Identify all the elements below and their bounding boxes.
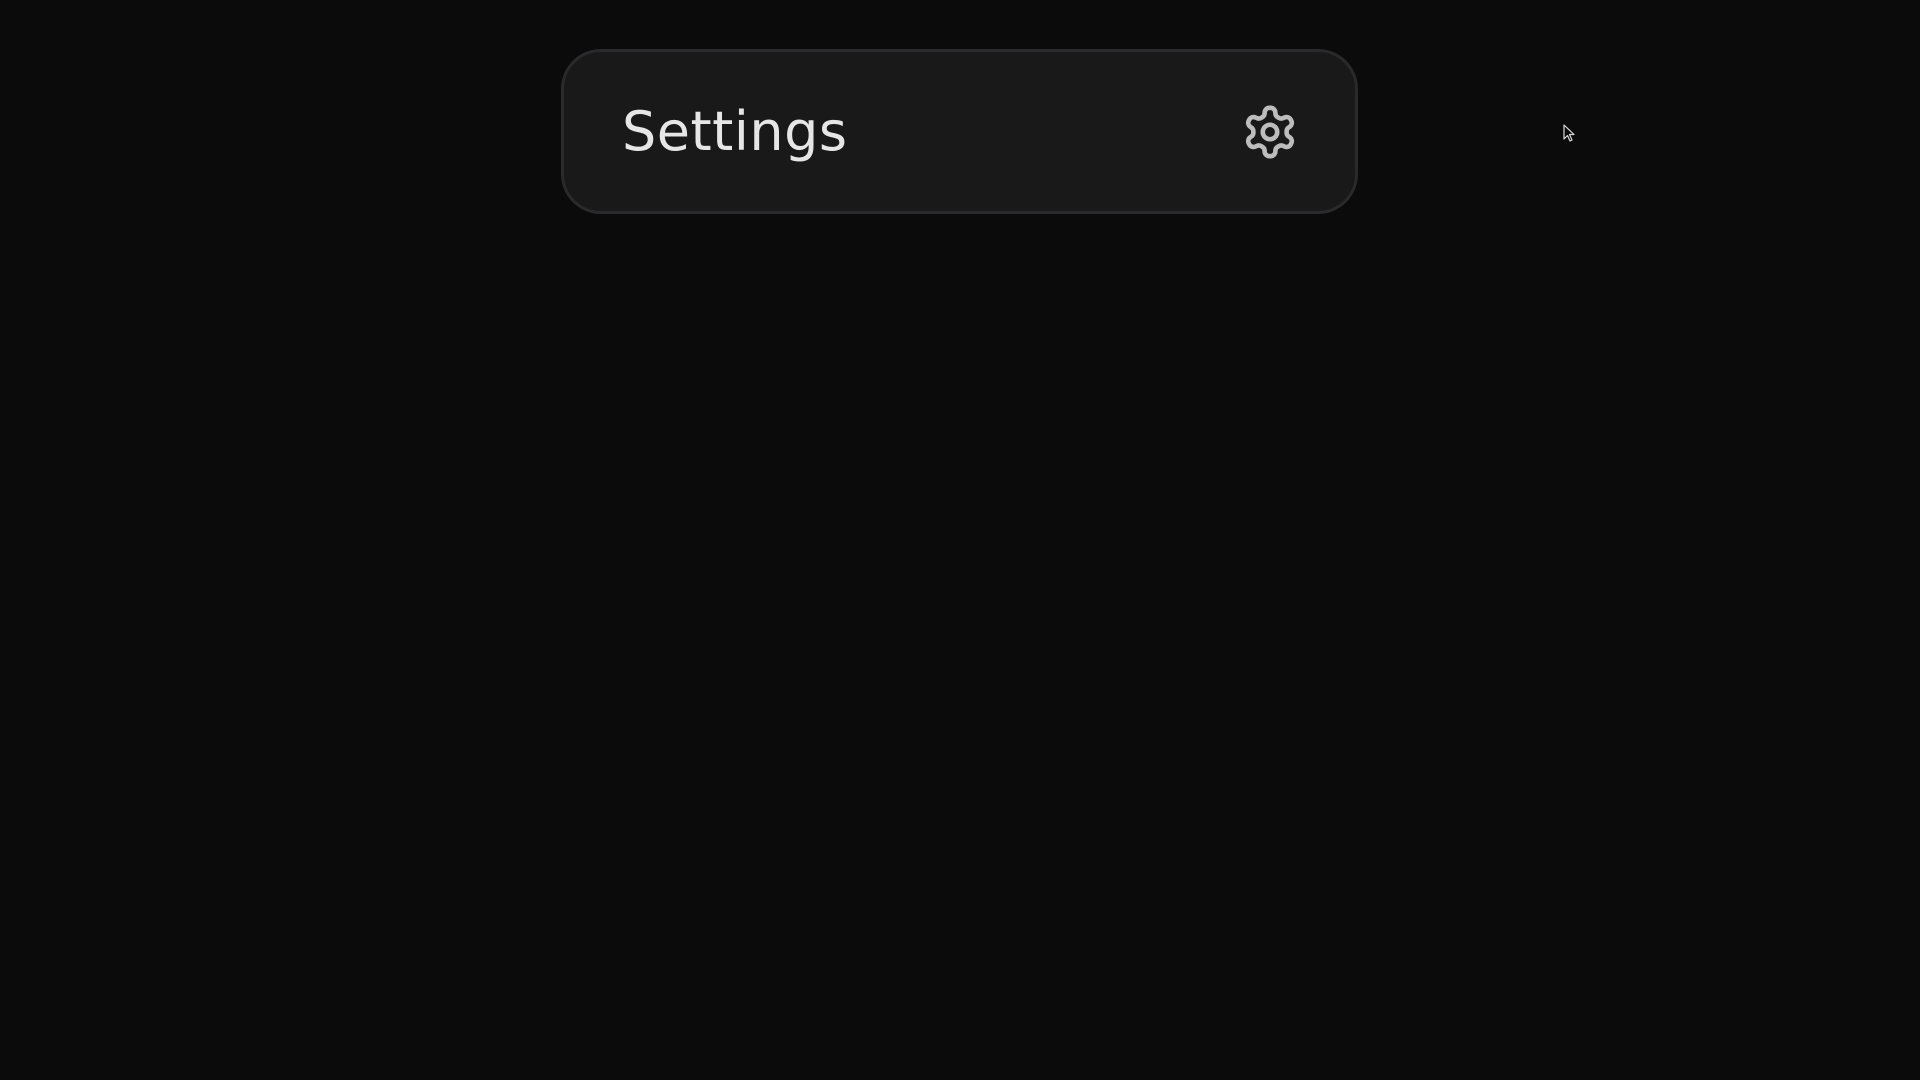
- gear-icon: [1241, 103, 1299, 161]
- settings-button[interactable]: Settings: [561, 49, 1358, 214]
- screen: Settings: [0, 0, 1920, 1080]
- mouse-pointer-icon: [1563, 124, 1577, 144]
- settings-title: Settings: [622, 99, 848, 163]
